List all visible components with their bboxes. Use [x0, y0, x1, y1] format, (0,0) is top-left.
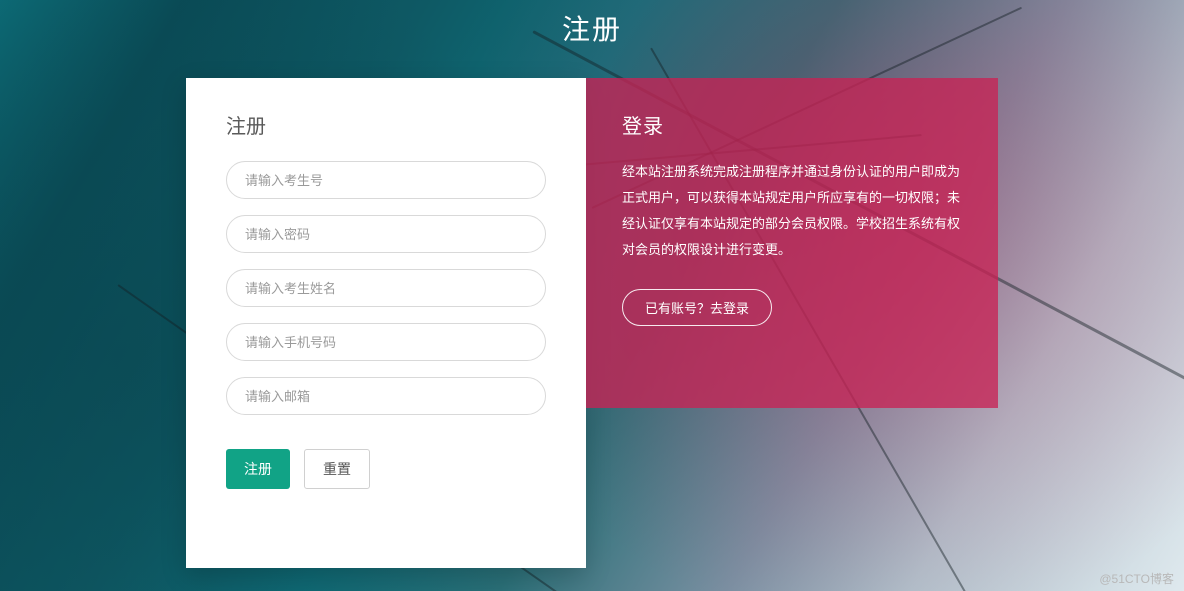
page-title: 注册 [0, 0, 1184, 56]
login-description: 经本站注册系统完成注册程序并通过身份认证的用户即成为正式用户，可以获得本站规定用… [622, 159, 962, 263]
button-row: 注册 重置 [226, 449, 546, 489]
exam-id-input[interactable] [226, 161, 546, 199]
login-title: 登录 [622, 110, 962, 139]
register-button[interactable]: 注册 [226, 449, 290, 489]
panel-container: 注册 注册 重置 登录 经本站注册系统完成注册程序并通过身份认证的用户即成为正式… [186, 78, 998, 568]
name-input[interactable] [226, 269, 546, 307]
page-root: 注册 注册 注册 重置 登录 经本站注册系统完成注册程序并通过身份认证的用户即成… [0, 0, 1184, 591]
register-title: 注册 [226, 110, 546, 139]
reset-button[interactable]: 重置 [304, 449, 370, 489]
register-panel: 注册 注册 重置 [186, 78, 586, 568]
go-login-link[interactable]: 已有账号？去登录 [622, 289, 772, 326]
email-input[interactable] [226, 377, 546, 415]
login-panel: 登录 经本站注册系统完成注册程序并通过身份认证的用户即成为正式用户，可以获得本站… [586, 78, 998, 408]
watermark-label: @51CTO博客 [1099, 570, 1174, 587]
password-input[interactable] [226, 215, 546, 253]
phone-input[interactable] [226, 323, 546, 361]
